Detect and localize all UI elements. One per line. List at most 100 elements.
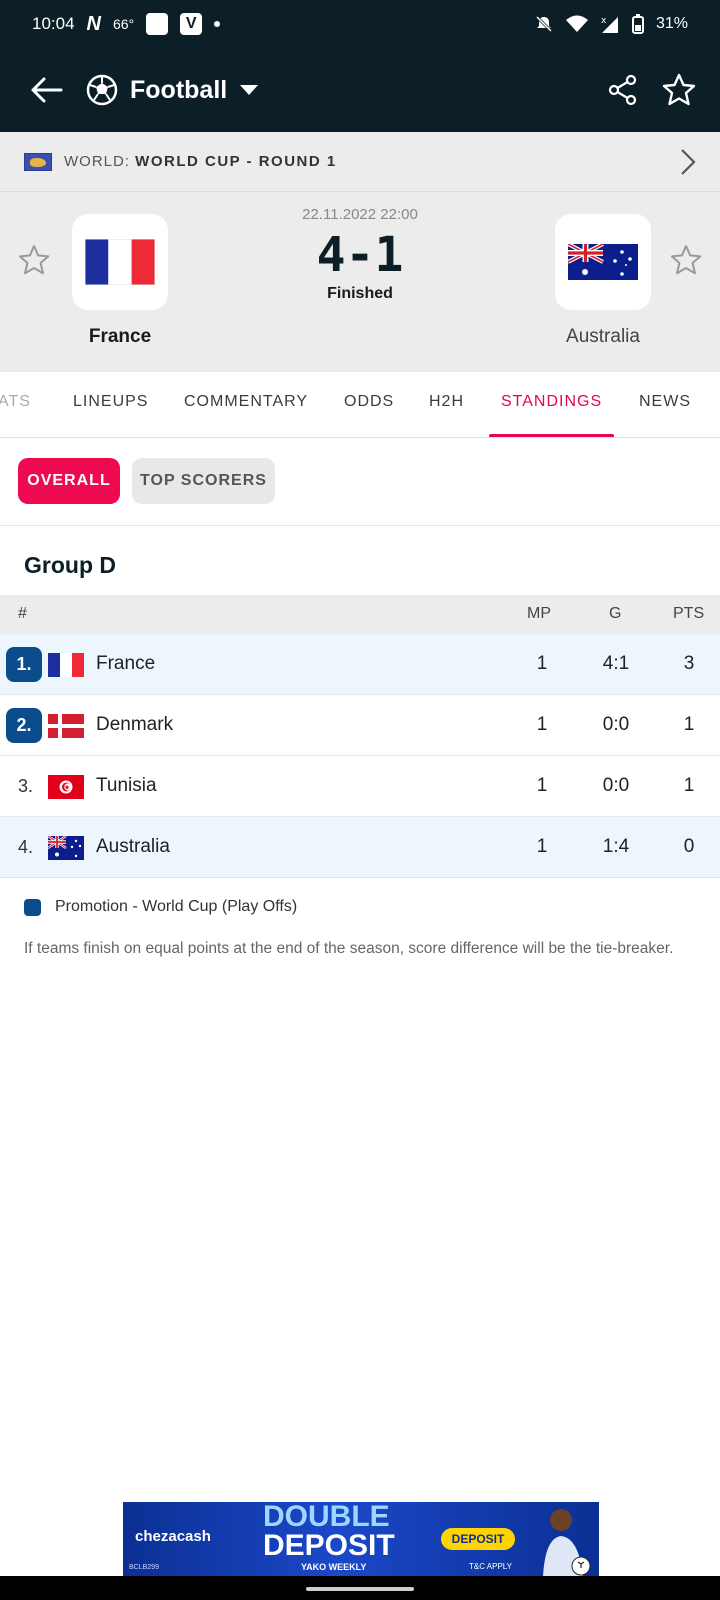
cell-signal-icon: x [601,16,618,33]
tunisia-flag-icon [48,775,84,799]
australia-flag-icon [568,244,638,280]
match-status: Finished [327,285,393,302]
arrow-left-icon [31,77,63,103]
gesture-nav-bar [0,1576,720,1600]
soccer-ball-icon [86,74,118,106]
app-bar: Football [0,48,720,132]
points: 3 [683,653,695,674]
promotion-color-swatch [24,898,41,916]
status-bar: 10:04 N 66° V x 31% [0,0,720,48]
competition-name: WORLD CUP - ROUND 1 [135,153,337,170]
australia-flag-icon [48,836,84,860]
standings-table-header: # MP G PTS [0,595,720,634]
home-team-badge [72,214,168,310]
group-title: Group D [24,552,116,578]
team-name: Denmark [96,714,174,735]
team-name: Australia [96,836,170,857]
tab-commentary[interactable]: COMMENTARY [184,372,308,437]
header-rank: # [18,605,27,622]
competition-label: WORLD: WORLD CUP - ROUND 1 [64,153,337,170]
team-name: France [96,653,156,674]
tab-stats[interactable]: ATS [0,372,31,437]
ad-headline-1: DOUBLE [263,1502,390,1533]
table-row[interactable]: 3. Tunisia 1 0:0 1 [0,756,720,817]
away-favorite-star-icon[interactable] [670,244,702,276]
promotion-legend: Promotion - World Cup (Play Offs) [24,898,297,916]
battery-percent: 31% [655,15,688,32]
table-row[interactable]: 4. Australia 1 1:4 0 [0,817,720,878]
tie-breaker-note: If teams finish on equal points at the e… [24,940,674,957]
overall-chip[interactable]: OVERALL [18,458,120,504]
home-gesture-handle[interactable] [306,1587,414,1591]
chevron-right-icon [681,148,696,175]
away-team-badge [555,214,651,310]
france-flag-icon [48,653,84,677]
svg-text:x: x [601,16,607,26]
battery-icon [631,14,644,34]
standings-filters: OVERALL TOP SCORERS [0,438,720,526]
rank-number: 3. [18,776,34,796]
matches-played: 1 [536,775,548,796]
matches-played: 1 [536,836,548,857]
away-team[interactable]: Australia [523,214,683,348]
match-score: 4-1 [316,227,404,283]
news-app-icon: N [86,12,101,35]
share-icon[interactable] [608,74,638,106]
table-row[interactable]: 2. Denmark 1 0:0 1 [0,695,720,756]
sport-selector[interactable]: Football [86,74,259,106]
match-datetime: 22.11.2022 22:00 [302,206,418,223]
tab-odds[interactable]: ODDS [344,372,394,437]
table-row[interactable]: 1. France 1 4:1 3 [0,634,720,695]
tab-standings[interactable]: STANDINGS [488,372,615,437]
v-app-icon: V [180,13,203,35]
header-mp: MP [527,605,551,622]
more-notifications-dot-icon [214,21,221,27]
france-flag-icon [85,239,155,285]
tab-h2h[interactable]: H2H [429,372,464,437]
top-scorers-chip[interactable]: TOP SCORERS [132,458,275,504]
denmark-flag-icon [48,714,84,738]
wifi-icon [565,15,588,32]
status-time: 10:04 [32,14,75,33]
points: 0 [683,836,695,857]
points: 1 [683,714,695,735]
ad-deposit-button[interactable]: DEPOSIT [441,1528,515,1550]
home-team[interactable]: France [40,214,200,348]
match-tabs: ATS LINEUPS COMMENTARY ODDS H2H STANDING… [0,372,720,438]
goals: 4:1 [602,653,630,674]
dropdown-caret-icon [240,85,259,95]
ad-headline-2: DEPOSIT [263,1529,395,1562]
sport-title: Football [130,75,228,104]
tab-news[interactable]: NEWS [639,372,691,437]
away-team-name: Australia [566,326,640,347]
goals: 0:0 [602,714,630,735]
points: 1 [683,775,695,796]
rank-badge: 2. [6,708,42,743]
goals: 0:0 [602,775,630,796]
score-box: 22.11.2022 22:00 4-1 Finished [240,206,480,303]
favorite-star-icon[interactable] [662,73,696,107]
header-pts: PTS [673,605,705,622]
matches-played: 1 [536,714,548,735]
weather-temperature: 66° [113,16,135,32]
notification-square-icon [146,13,169,35]
ad-brand: chezacash [135,1528,211,1545]
matches-played: 1 [536,653,548,674]
back-button[interactable] [24,68,68,112]
world-flag-icon [24,152,52,171]
ad-license: BCLB299 [129,1564,159,1571]
competition-bar[interactable]: WORLD: WORLD CUP - ROUND 1 [0,132,720,192]
header-goals: G [609,605,622,622]
goals: 1:4 [602,836,630,857]
competition-prefix: WORLD: [64,153,130,170]
rank-badge: 1. [6,647,42,682]
rank-number: 4. [18,837,34,857]
ad-person-image [543,1509,591,1577]
promotion-label: Promotion - World Cup (Play Offs) [55,898,298,915]
ad-subtitle: YAKO WEEKLY [301,1562,367,1572]
match-header: France 22.11.2022 22:00 4-1 Finished Aus… [0,192,720,372]
home-team-name: France [88,326,152,347]
mute-bell-icon [535,15,553,33]
ad-banner[interactable]: chezacash DOUBLE DEPOSIT YAKO WEEKLY DEP… [123,1502,599,1577]
tab-lineups[interactable]: LINEUPS [73,372,148,437]
